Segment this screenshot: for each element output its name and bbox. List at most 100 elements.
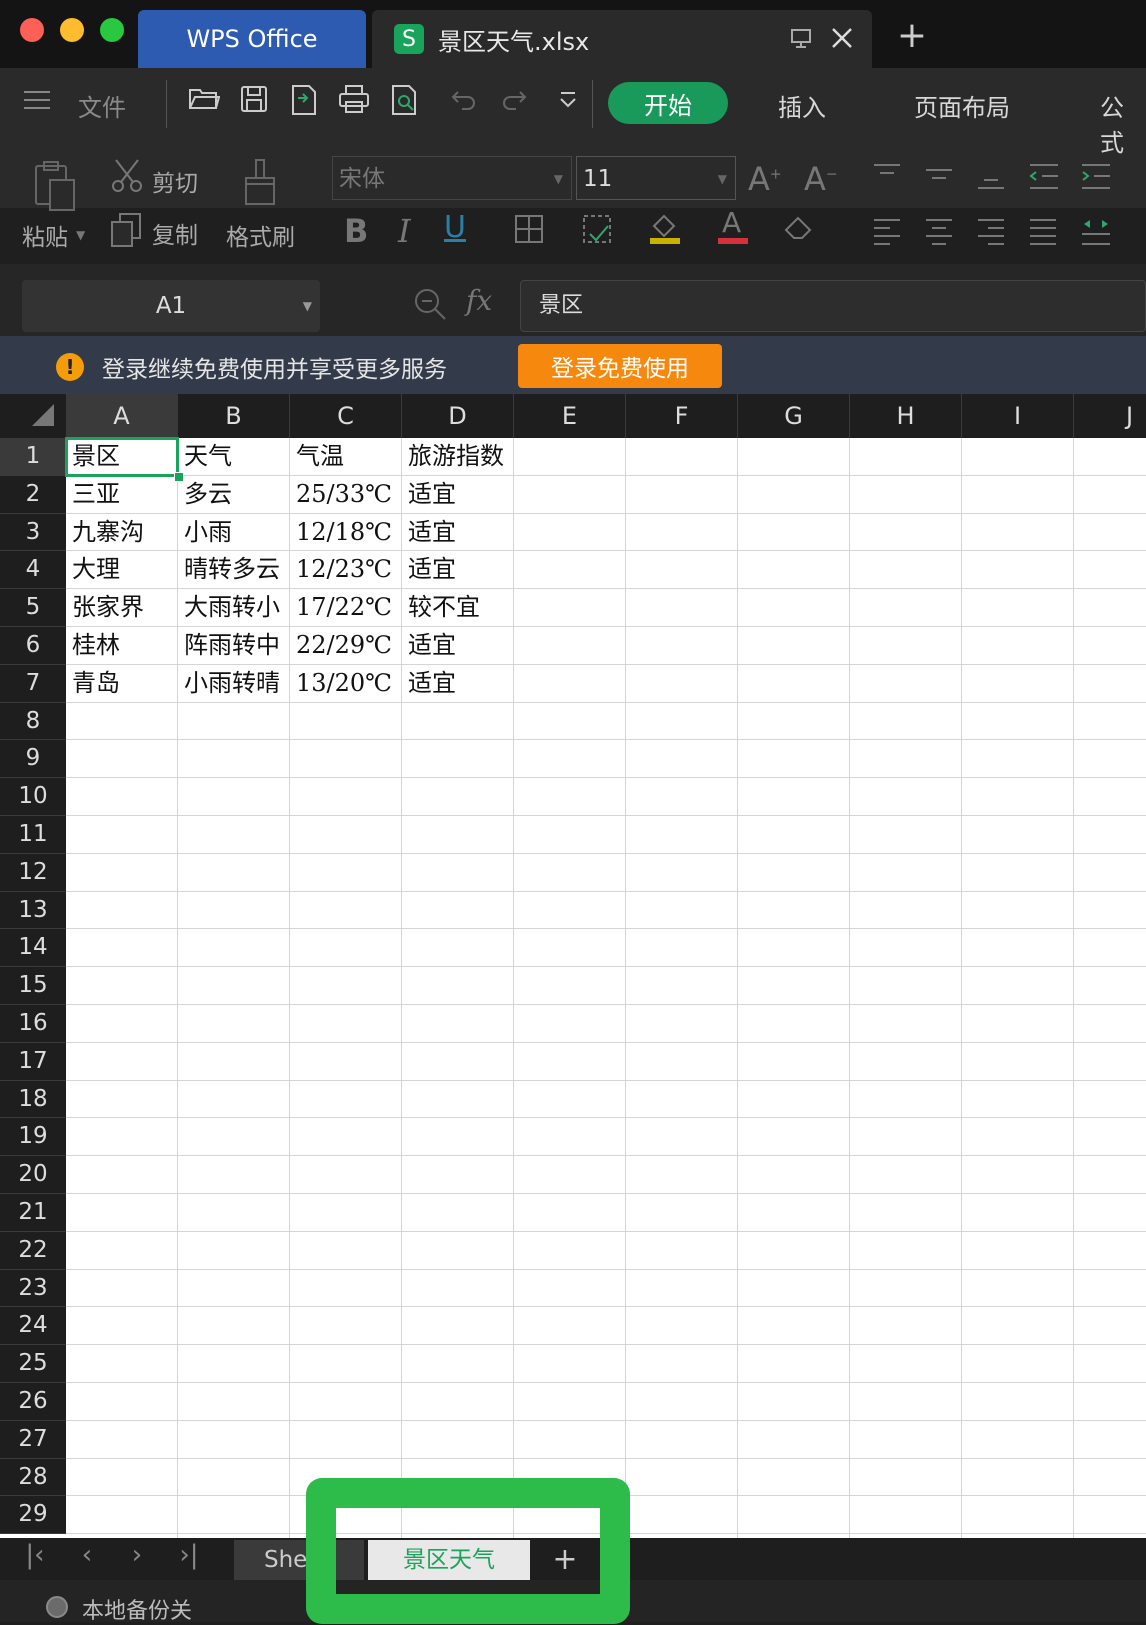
increase-indent-icon[interactable] [1080,162,1112,196]
prev-sheet-icon[interactable]: ‹ [72,1540,102,1570]
align-top-icon[interactable] [872,162,902,190]
align-right-icon[interactable] [976,216,1006,250]
border-icon[interactable] [514,214,544,248]
column-header[interactable]: B [178,394,290,438]
table-cell[interactable]: 天气 [178,438,290,476]
new-tab-button[interactable]: + [892,16,932,56]
decrease-indent-icon[interactable] [1028,162,1060,196]
table-cell[interactable]: 大理 [66,551,178,589]
column-header[interactable]: A [66,394,178,438]
login-button[interactable]: 登录免费使用 [518,344,722,388]
column-header[interactable]: G [738,394,850,438]
font-size-select[interactable]: 11 ▼ [576,156,736,200]
row-header[interactable]: 9 [0,740,66,779]
row-header[interactable]: 11 [0,816,66,854]
tab-page-layout[interactable]: 页面布局 [914,88,1010,123]
row-header[interactable]: 5 [0,589,66,627]
table-cell[interactable]: 桂林 [66,627,178,665]
row-header[interactable]: 13 [0,891,66,930]
font-color-icon[interactable]: A [716,206,750,250]
copy-icon[interactable] [110,212,144,252]
paste-dropdown-icon[interactable]: ▼ [76,228,85,242]
distribute-icon[interactable] [1080,216,1112,252]
table-cell[interactable]: 晴转多云 [178,551,290,589]
fx-button[interactable]: fx [466,284,492,317]
justify-icon[interactable] [1028,216,1058,250]
backup-status-text[interactable]: 本地备份关 [82,1593,192,1625]
row-header[interactable]: 6 [0,627,66,665]
tab-wps-office[interactable]: WPS Office [138,10,366,68]
format-painter-icon[interactable] [240,158,282,210]
row-header[interactable]: 10 [0,778,66,816]
row-header[interactable]: 7 [0,664,66,703]
formula-input[interactable]: 景区 [520,280,1146,332]
zoom-search-icon[interactable] [412,286,448,326]
clear-format-icon[interactable] [782,212,816,246]
select-all-corner[interactable] [0,394,66,438]
cut-button[interactable]: 剪切 [152,164,198,198]
row-header[interactable]: 8 [0,702,66,741]
row-header[interactable]: 16 [0,1005,66,1043]
print-icon[interactable] [334,84,374,124]
row-header[interactable]: 17 [0,1042,66,1081]
column-header[interactable]: I [962,394,1074,438]
row-header[interactable]: 4 [0,551,66,590]
export-pdf-icon[interactable] [284,84,324,124]
name-box[interactable]: A1 ▼ [22,280,320,332]
tab-start[interactable]: 开始 [608,82,728,124]
row-header[interactable]: 22 [0,1231,66,1270]
table-cell[interactable]: 阵雨转中 [178,627,290,665]
table-cell[interactable]: 12/18℃ [290,514,402,552]
row-header[interactable]: 14 [0,929,66,968]
minimize-window-button[interactable] [60,18,84,42]
row-header[interactable]: 27 [0,1420,66,1459]
open-folder-icon[interactable] [184,84,224,124]
column-header[interactable]: F [626,394,738,438]
table-cell[interactable]: 适宜 [402,665,514,703]
bold-icon[interactable]: B [344,212,368,250]
table-cell[interactable]: 旅游指数 [402,438,514,476]
font-name-select[interactable]: 宋体 ▼ [332,156,572,200]
paste-button[interactable]: 粘贴 [22,218,68,252]
format-painter-button[interactable]: 格式刷 [226,218,295,252]
spreadsheet-grid[interactable]: A B C D E F G H I J 1 2 3 4 5 6 7 8 9 10 11 12 13 14 15 16 17 18 19 2… [0,394,1146,1538]
italic-icon[interactable]: I [398,212,411,250]
fill-handle[interactable] [174,471,184,482]
underline-icon[interactable]: U [444,210,466,245]
row-header[interactable]: 2 [0,475,66,514]
align-center-icon[interactable] [924,216,954,250]
more-dropdown-icon[interactable] [548,84,588,124]
table-cell[interactable]: 17/22℃ [290,589,402,627]
table-cell[interactable]: 张家界 [66,589,178,627]
menu-file[interactable]: 文件 [78,88,126,123]
table-cell[interactable]: 小雨转晴 [178,665,290,703]
undo-icon[interactable] [444,84,484,124]
row-header[interactable]: 23 [0,1269,66,1308]
table-cell[interactable]: 22/29℃ [290,627,402,665]
table-cell[interactable]: 大雨转小 [178,589,290,627]
table-cell[interactable]: 25/33℃ [290,476,402,514]
row-header[interactable]: 12 [0,853,66,892]
paste-icon[interactable] [32,160,78,216]
close-window-button[interactable] [20,18,44,42]
copy-button[interactable]: 复制 [152,216,198,250]
row-header[interactable]: 3 [0,513,66,552]
row-header[interactable]: 19 [0,1118,66,1157]
table-cell[interactable]: 小雨 [178,514,290,552]
table-cell[interactable]: 三亚 [66,476,178,514]
redo-icon[interactable] [494,84,534,124]
monitor-icon[interactable] [788,24,816,52]
table-cell[interactable]: 13/20℃ [290,665,402,703]
row-header[interactable]: 18 [0,1080,66,1119]
table-cell[interactable]: 适宜 [402,476,514,514]
cell-style-icon[interactable] [582,214,612,248]
row-header[interactable]: 28 [0,1458,66,1497]
row-header[interactable]: 29 [0,1496,66,1535]
align-left-icon[interactable] [872,216,902,250]
tab-document[interactable]: S 景区天气.xlsx [372,10,872,68]
next-sheet-icon[interactable]: › [122,1540,152,1570]
column-header[interactable]: D [402,394,514,438]
row-header[interactable]: 24 [0,1307,66,1346]
increase-font-icon[interactable]: A+ [748,160,782,198]
hamburger-icon[interactable] [22,88,52,112]
